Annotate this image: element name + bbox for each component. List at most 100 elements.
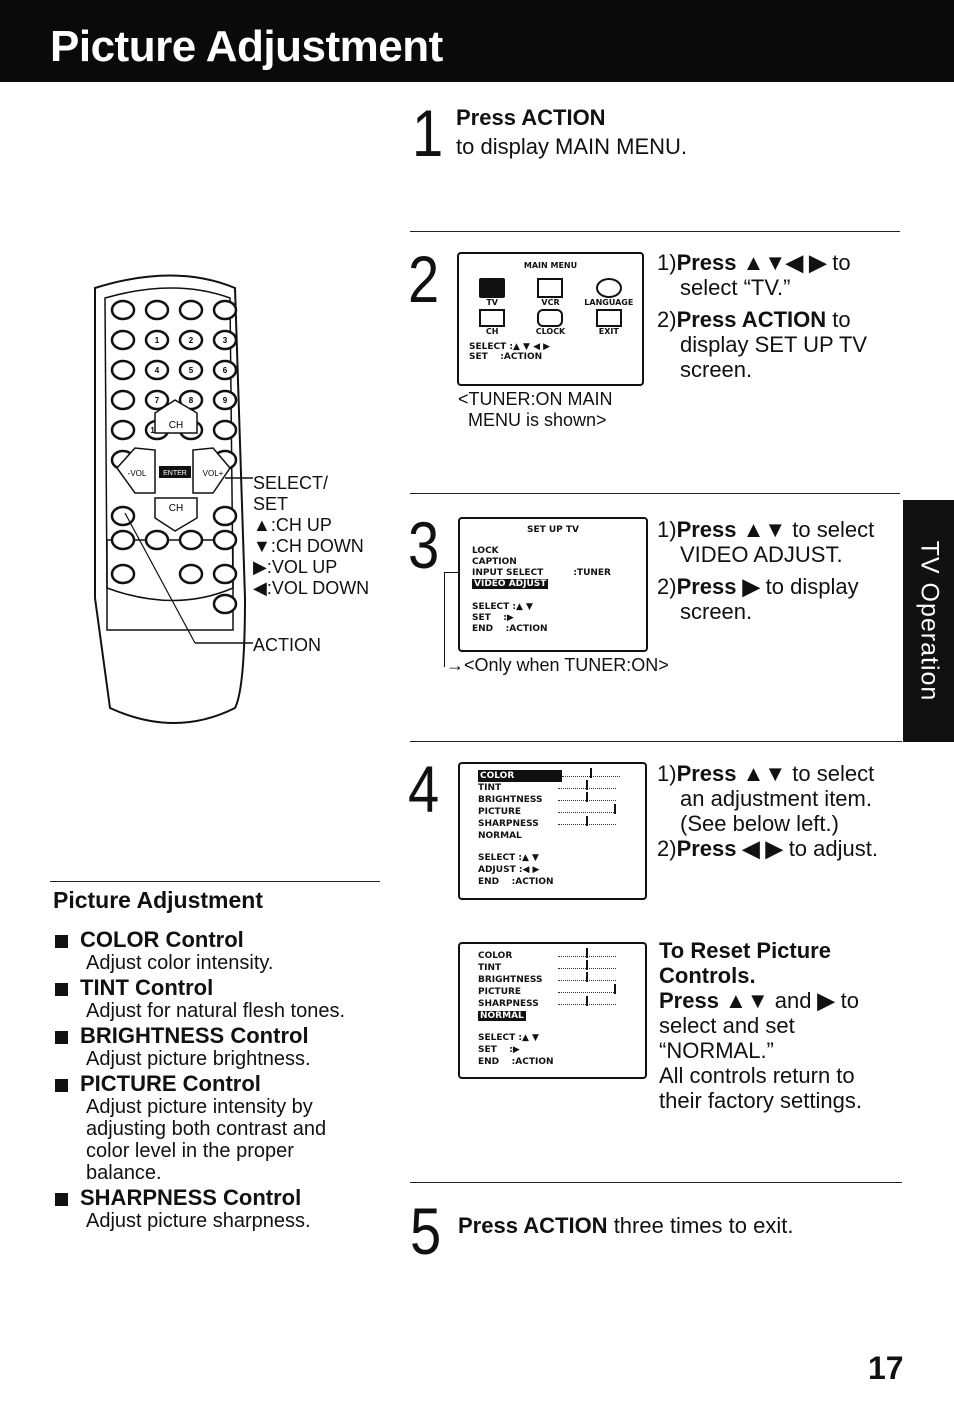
- remote-button[interactable]: [110, 419, 136, 441]
- level-bar: [558, 802, 616, 814]
- remote-button[interactable]: [178, 563, 204, 585]
- prog-button[interactable]: [212, 505, 238, 527]
- level-bar: [558, 814, 616, 826]
- divider: [410, 1182, 902, 1183]
- button-number: 3: [223, 336, 228, 345]
- bullet-icon: [55, 1193, 68, 1206]
- transport-button[interactable]: [178, 529, 204, 551]
- adjustment-item: SHARPNESS Control Adjust picture sharpnes…: [55, 1186, 375, 1232]
- clock-icon: CLOCK: [521, 309, 579, 336]
- step-2-caption: <TUNER:ON MAIN MENU is shown>: [458, 389, 613, 430]
- connector-line: [444, 572, 459, 667]
- item-heading: COLOR Control: [80, 927, 244, 952]
- item-heading: PICTURE Control: [80, 1071, 261, 1096]
- step-1-number: 1: [412, 96, 444, 170]
- header-bar: Picture Adjustment: [0, 0, 954, 82]
- button-number: 6: [223, 366, 228, 375]
- side-tab: TV Operation: [903, 500, 954, 742]
- level-bar: [558, 982, 616, 994]
- transport-button[interactable]: [110, 529, 136, 551]
- remote-button[interactable]: [110, 359, 136, 381]
- screen-set-line: SET :ACTION: [469, 352, 543, 362]
- step-1-text: to display MAIN MENU.: [456, 134, 688, 159]
- button-number: 8: [189, 396, 194, 405]
- remote-control-illustration: 1234567891000 CH CH -VOL VOL+ ENTER: [94, 274, 253, 724]
- remote-button[interactable]: [212, 299, 238, 321]
- adjust-row: SHARPNESS: [478, 816, 645, 830]
- screen-title: MAIN MENU: [523, 261, 578, 270]
- level-bar: [558, 958, 616, 970]
- reset-normal-screen: COLOR TINT BRIGHTNESS PICTURE SHARPNESS NORMA…: [458, 942, 647, 1079]
- exit-icon: EXIT: [580, 309, 638, 336]
- button-number: 9: [223, 396, 228, 405]
- button-number: 7: [155, 396, 160, 405]
- button-number: 1: [155, 336, 160, 345]
- step-1-bold: Press ACTION: [456, 105, 606, 130]
- adjustment-list: COLOR Control Adjust color intensity. TINT…: [55, 928, 375, 1234]
- vcr-icon: VCR: [521, 278, 579, 307]
- remote-button[interactable]: [110, 329, 136, 351]
- item-description: Adjust picture brightness.: [86, 1048, 311, 1070]
- main-menu-screen: MAIN MENU TV VCR LANGUAGE CH CLOCK EXIT …: [457, 252, 644, 386]
- remote-button[interactable]: [212, 419, 238, 441]
- level-bar: [558, 778, 616, 790]
- remote-labels: SELECT/ SET ▲:CH UP ▼:CH DOWN ▶:VOL UP ◀…: [253, 473, 370, 598]
- adjustment-item: COLOR Control Adjust color intensity.: [55, 928, 375, 974]
- item-description: Adjust picture intensity by adjusting bo…: [86, 1096, 327, 1184]
- enter-label: ENTER: [163, 470, 187, 477]
- remote-button[interactable]: [110, 389, 136, 411]
- bullet-icon: [55, 935, 68, 948]
- step-4-number: 4: [408, 752, 440, 826]
- step-2-instructions: 1)Press ▲▼◀ ▶ to select “TV.” 2)Press AC…: [657, 250, 868, 382]
- action-label: ACTION: [253, 635, 322, 655]
- item-description: Adjust for natural flesh tones.: [86, 1000, 346, 1022]
- setup-tv-screen: SET UP TV LOCK CAPTION INPUT SELECT:TUNE…: [458, 517, 648, 652]
- button-number: 2: [189, 336, 194, 345]
- language-icon: LANGUAGE: [580, 278, 638, 307]
- adjustment-item: BRIGHTNESS Control Adjust picture brightn…: [55, 1024, 375, 1070]
- remote-button[interactable]: [144, 299, 170, 321]
- bullet-icon: [55, 1079, 68, 1092]
- manual-page: Picture Adjustment 1 Press ACTION to dis…: [0, 0, 954, 1413]
- remote-button[interactable]: [110, 299, 136, 321]
- ch-icon: CH: [463, 309, 521, 336]
- remote-button[interactable]: [178, 299, 204, 321]
- vol-minus-label: -VOL: [128, 469, 147, 478]
- video-adjust-screen: COLOR TINT BRIGHTNESS PICTURE SHARPNESS NORMA…: [458, 762, 647, 900]
- level-bar: [558, 970, 616, 982]
- item-heading: TINT Control: [80, 975, 214, 1000]
- ch-label: CH: [169, 420, 183, 431]
- bullet-icon: [55, 1031, 68, 1044]
- level-bar: [558, 994, 616, 1006]
- screen-select-line: SELECT :▲ ▼ ◀ ▶: [469, 342, 551, 352]
- ch-label: CH: [169, 503, 183, 514]
- button-number: 5: [189, 366, 194, 375]
- page-number: 17: [868, 1350, 904, 1386]
- action-button[interactable]: [110, 505, 136, 527]
- tv-icon: TV: [463, 278, 521, 307]
- remote-button[interactable]: [212, 563, 238, 585]
- divider: [410, 231, 900, 232]
- level-bar: [558, 946, 616, 958]
- adjustment-item: PICTURE Control Adjust picture intensity …: [55, 1072, 375, 1184]
- level-bar: [558, 790, 616, 802]
- reset-instructions: To Reset Picture Controls. Press ▲▼ and …: [659, 938, 862, 1113]
- item-heading: BRIGHTNESS Control: [80, 1023, 309, 1048]
- section-title: Picture Adjustment: [53, 887, 264, 913]
- bullet-icon: [55, 983, 68, 996]
- divider: [50, 881, 380, 882]
- step-5-text: Press ACTION three times to exit.: [458, 1213, 794, 1238]
- item-description: Adjust picture sharpness.: [86, 1210, 311, 1232]
- transport-button[interactable]: [144, 529, 170, 551]
- item-description: Adjust color intensity.: [86, 952, 274, 974]
- step-3-instructions: 1)Press ▲▼ to select VIDEO ADJUST. 2)Pre…: [657, 517, 875, 624]
- rec-button[interactable]: [110, 563, 136, 585]
- highlighted-item: VIDEO ADJUST: [472, 579, 549, 589]
- remote-button[interactable]: [212, 593, 238, 615]
- divider: [410, 493, 900, 494]
- transport-button[interactable]: [212, 529, 238, 551]
- step-3-caption: →<Only when TUNER:ON>: [446, 655, 669, 675]
- step-2-number: 2: [408, 242, 440, 316]
- adjust-row: SHARPNESS: [478, 996, 645, 1010]
- item-heading: SHARPNESS Control: [80, 1185, 302, 1210]
